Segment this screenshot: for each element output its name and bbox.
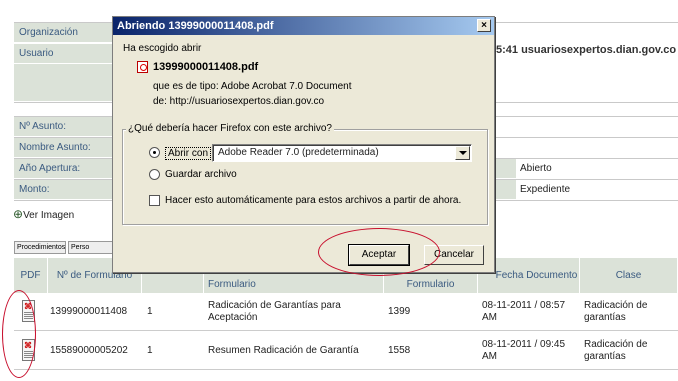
close-icon[interactable]: × [477, 19, 491, 32]
pdf-icon [137, 61, 148, 73]
cell-fecha: 08-11-2011 / 08:57 AM [482, 300, 566, 323]
cell-numero: 13999000011408 [50, 306, 128, 317]
app-select-value: Adobe Reader 7.0 (predeterminada) [218, 147, 379, 158]
cell-numero: 15589000005202 [50, 345, 128, 356]
open-with-label[interactable]: Abrir con [165, 147, 212, 160]
table-row[interactable]: ⌘ 13999000011408 1 Radicación de Garantí… [14, 293, 678, 331]
asunto-label: Nº Asunto: [14, 117, 114, 137]
dialog-intro: Ha escogido abrir [123, 43, 202, 54]
ver-imagen-label: Ver Imagen [23, 210, 75, 221]
action-question: ¿Qué debería hacer Firefox con este arch… [126, 123, 334, 134]
zoom-icon: ⊕ [13, 207, 24, 221]
estado-value-label [496, 159, 516, 179]
col-pdf: PDF [14, 258, 48, 293]
col-clase: Clase [580, 258, 678, 293]
dialog-title: Abriendo 13999000011408.pdf [117, 20, 274, 32]
app-select[interactable]: Adobe Reader 7.0 (predeterminada) [212, 144, 472, 162]
table-row[interactable]: ⌘ 15589000005202 1 Resumen Radicación de… [14, 332, 678, 370]
open-with-radio[interactable] [149, 147, 160, 158]
ver-imagen-link[interactable]: ⊕Ver Imagen [13, 207, 74, 221]
tipo-value: Expediente [520, 184, 571, 195]
user-label-fill [14, 64, 114, 102]
cell-col: 1 [147, 306, 153, 317]
estado-value: Abierto [520, 163, 552, 174]
cell-clase: Radicación de garantías [584, 339, 648, 362]
dialog-filename: 13999000011408.pdf [153, 61, 259, 73]
cell-col: 1 [147, 345, 153, 356]
open-file-dialog: Abriendo 13999000011408.pdf × Ha escogid… [112, 16, 495, 273]
cell-clase: Radicación de garantías [584, 300, 648, 323]
org-label: Organización [14, 23, 114, 43]
dialog-type-line: que es de tipo: Adobe Acrobat 7.0 Docume… [153, 81, 352, 92]
tipo-value-label [496, 180, 516, 200]
chevron-down-icon[interactable] [455, 146, 470, 160]
ano-apertura-label: Año Apertura: [14, 159, 114, 179]
annotation-ellipse-pdf [2, 290, 36, 378]
cell-fecha: 08-11-2011 / 09:45 AM [482, 339, 566, 362]
monto-label: Monto: [14, 180, 114, 200]
tab-procedimientos[interactable]: Procedimientos [14, 241, 66, 254]
nombre-asunto-label: Nombre Asunto: [14, 138, 114, 158]
annotation-ellipse-accept [318, 228, 440, 276]
save-file-radio[interactable] [149, 169, 160, 180]
dialog-from-line: de: http://usuariosexpertos.dian.gov.co [153, 96, 325, 107]
cell-form: 1399 [388, 306, 411, 317]
tab-personas[interactable]: Perso [68, 241, 114, 254]
user-label: Usuario [14, 44, 114, 64]
dialog-titlebar[interactable]: Abriendo 13999000011408.pdf × [113, 17, 494, 35]
cell-desc: Radicación de Garantías para Aceptación [208, 300, 341, 323]
auto-label[interactable]: Hacer esto automáticamente para estos ar… [165, 195, 461, 206]
cell-desc: Resumen Radicación de Garantía [208, 345, 359, 356]
save-file-label[interactable]: Guardar archivo [165, 169, 237, 180]
cell-form: 1558 [388, 345, 411, 356]
user-value: 5:41 usuariosexpertos.dian.gov.co [496, 44, 677, 56]
auto-checkbox[interactable] [149, 195, 160, 206]
